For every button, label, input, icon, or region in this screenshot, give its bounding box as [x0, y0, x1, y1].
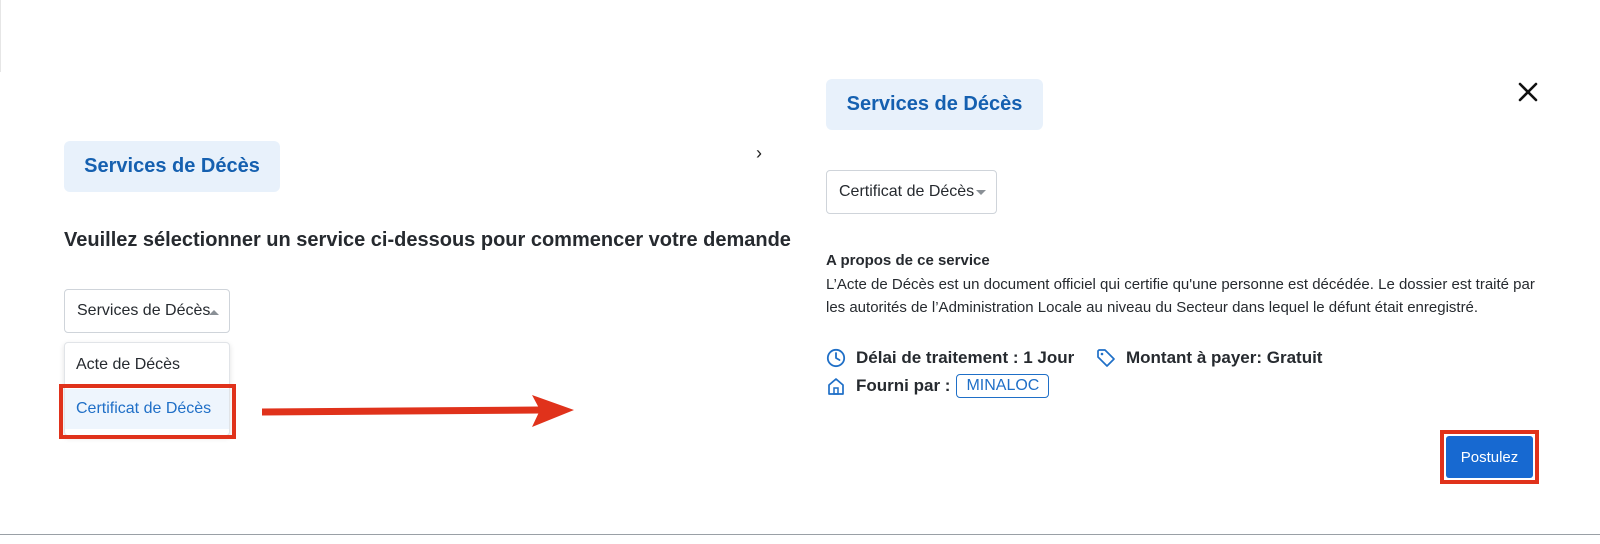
processing-time-text: Délai de traitement : 1 Jour	[856, 348, 1075, 367]
provider-badge: MINALOC	[956, 374, 1050, 398]
fee-text: Montant à payer: Gratuit	[1126, 348, 1323, 367]
bottom-divider	[0, 534, 1600, 535]
provider: Fourni par : MINALOC	[826, 374, 1050, 398]
option-acte-de-deces[interactable]: Acte de Décès	[65, 345, 229, 385]
instruction-text: Veuillez sélectionner un service ci-dess…	[64, 229, 791, 251]
services-header-pill-right: Services de Décès	[826, 79, 1043, 130]
chevron-down-icon	[976, 190, 986, 195]
processing-time: Délai de traitement : 1 Jour	[826, 348, 1074, 368]
provider-label: Fourni par :	[856, 376, 951, 395]
window-edge	[0, 0, 1, 72]
selected-service-select[interactable]: Certificat de Décès	[826, 170, 997, 214]
arrow-right-icon	[262, 395, 574, 427]
caret-up-icon	[209, 310, 219, 315]
close-icon[interactable]	[1516, 80, 1540, 104]
service-select-value: Services de Décès	[77, 302, 211, 319]
clock-icon	[826, 348, 846, 368]
highlight-box-option	[59, 384, 236, 439]
about-service-description: L’Acte de Décès est un document officiel…	[826, 276, 1535, 316]
fee: Montant à payer: Gratuit	[1096, 348, 1322, 368]
tag-icon	[1097, 349, 1115, 367]
home-icon	[828, 378, 844, 395]
services-header-label: Services de Décès	[84, 155, 260, 177]
about-service-title: A propos de ce service	[826, 252, 990, 269]
chevron-right-icon: ›	[756, 143, 762, 163]
service-select[interactable]: Services de Décès	[64, 289, 230, 333]
services-header-label-right: Services de Décès	[846, 93, 1023, 115]
selected-service-value: Certificat de Décès	[839, 183, 975, 200]
apply-button[interactable]: Postulez	[1446, 436, 1533, 478]
services-header-pill: Services de Décès	[64, 141, 280, 192]
